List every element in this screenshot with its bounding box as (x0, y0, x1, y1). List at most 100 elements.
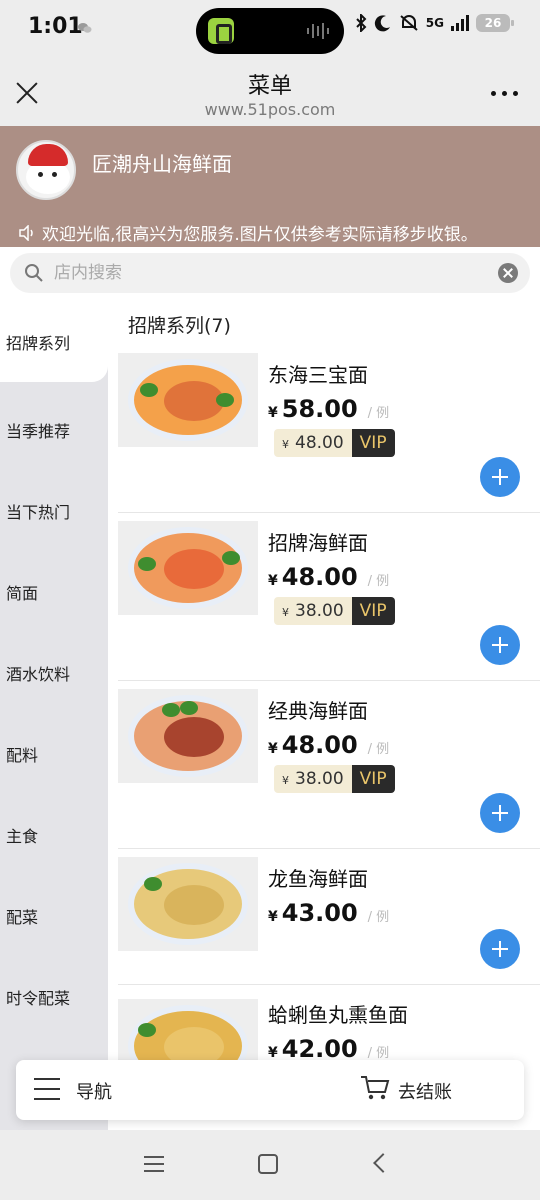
battery-icon: 26 (476, 14, 514, 32)
cart-icon[interactable] (360, 1074, 390, 1102)
home-icon[interactable] (258, 1154, 278, 1174)
category-seasonal-sides[interactable]: 时令配菜 (0, 956, 108, 1037)
signal-icon (451, 15, 469, 31)
price-value: 48.00 (281, 563, 358, 591)
add-to-cart-button[interactable] (480, 793, 520, 833)
currency-symbol: ¥ (268, 405, 278, 421)
category-label: 当季推荐 (6, 421, 71, 441)
checkout-button[interactable]: 去结账 (398, 1078, 452, 1104)
price-unit: / 例 (367, 742, 390, 757)
vip-price-badge: ¥38.00 VIP (274, 597, 395, 625)
notice-text: 欢迎光临,很高兴为您服务.图片仅供参考实际请移步收银。 (42, 225, 478, 245)
vip-tag: VIP (351, 765, 395, 793)
currency-symbol: ¥ (268, 1045, 278, 1061)
price-value: 48.00 (281, 731, 358, 759)
dish-name: 龙鱼海鲜面 (268, 867, 368, 891)
bottom-action-bar: 导航 去结账 (16, 1060, 524, 1120)
price-value: 58.00 (281, 395, 358, 423)
add-to-cart-button[interactable] (480, 929, 520, 969)
recent-apps-icon[interactable] (144, 1156, 164, 1172)
dish-image (118, 857, 258, 951)
dish-price: ¥ 48.00 / 例 (268, 563, 389, 591)
category-side-dishes[interactable]: 配菜 (0, 875, 108, 956)
dish-image (118, 353, 258, 447)
menu-item[interactable]: 招牌海鲜面 ¥ 48.00 / 例 ¥38.00 VIP (118, 513, 540, 681)
category-label: 时令配菜 (6, 988, 71, 1008)
vip-tag: VIP (351, 429, 395, 457)
price-unit: / 例 (367, 574, 390, 589)
recording-app-icon (208, 18, 234, 44)
page-title: 菜单 (247, 74, 292, 99)
dynamic-island (196, 8, 344, 54)
category-label: 酒水饮料 (6, 664, 71, 684)
add-to-cart-button[interactable] (480, 625, 520, 665)
add-to-cart-button[interactable] (480, 457, 520, 497)
dish-name: 东海三宝面 (268, 363, 368, 387)
price-value: 42.00 (281, 1035, 358, 1063)
category-popular[interactable]: 当下热门 (0, 470, 108, 551)
menu-list-icon[interactable] (34, 1078, 60, 1100)
more-options-button[interactable] (491, 91, 518, 96)
dish-name: 招牌海鲜面 (268, 531, 368, 555)
title-bar: 菜单 www.51pos.com (0, 58, 540, 126)
category-drinks[interactable]: 酒水饮料 (0, 632, 108, 713)
store-header: 匠潮舟山海鲜面 欢迎光临,很高兴为您服务.图片仅供参考实际请移步收银。 (0, 126, 540, 247)
audio-wave-icon (307, 23, 329, 39)
search-box[interactable] (10, 253, 530, 293)
dish-price: ¥ 42.00 / 例 (268, 1035, 389, 1063)
price-unit: / 例 (367, 406, 390, 421)
dish-image (118, 521, 258, 615)
price-value: 43.00 (281, 899, 358, 927)
mute-icon (400, 15, 418, 31)
price-unit: / 例 (367, 910, 390, 925)
category-label: 招牌系列 (6, 333, 71, 353)
wechat-icon (78, 23, 92, 33)
section-title: 招牌系列(7) (128, 315, 231, 337)
vip-currency-symbol: ¥ (282, 606, 289, 619)
vip-price-value: 38.00 (295, 601, 344, 621)
system-navigation-bar (0, 1130, 540, 1200)
category-label: 配菜 (6, 907, 39, 927)
clear-search-icon[interactable] (498, 263, 518, 283)
status-time: 1:01 (28, 14, 83, 39)
currency-symbol: ¥ (268, 573, 278, 589)
category-label: 当下热门 (6, 502, 71, 522)
moon-icon (374, 15, 390, 32)
santa-hat-icon (28, 144, 68, 166)
search-bar (0, 247, 540, 301)
back-icon[interactable] (373, 1153, 393, 1173)
vip-currency-symbol: ¥ (282, 438, 289, 451)
store-notice: 欢迎光临,很高兴为您服务.图片仅供参考实际请移步收银。 (18, 220, 478, 245)
category-label: 简面 (6, 583, 39, 603)
vip-price-value: 48.00 (295, 433, 344, 453)
category-seasonal[interactable]: 当季推荐 (0, 389, 108, 470)
status-icons: 5G 26 (355, 14, 514, 32)
speaker-icon (19, 224, 33, 241)
category-simple-noodles[interactable]: 简面 (0, 551, 108, 632)
store-name: 匠潮舟山海鲜面 (92, 152, 232, 176)
dish-name: 经典海鲜面 (268, 699, 368, 723)
navigation-button[interactable]: 导航 (76, 1078, 112, 1104)
price-unit: / 例 (367, 1046, 390, 1061)
menu-item[interactable]: 龙鱼海鲜面 ¥ 43.00 / 例 (118, 849, 540, 985)
dish-name: 蛤蜊鱼丸熏鱼面 (268, 1003, 408, 1027)
category-signature[interactable]: 招牌系列 (0, 301, 108, 382)
search-input[interactable] (54, 253, 484, 293)
menu-item[interactable]: 经典海鲜面 ¥ 48.00 / 例 ¥38.00 VIP (118, 681, 540, 849)
search-icon (25, 264, 43, 282)
vip-currency-symbol: ¥ (282, 774, 289, 787)
dish-price: ¥ 43.00 / 例 (268, 899, 389, 927)
menu-item[interactable]: 东海三宝面 ¥ 58.00 / 例 ¥48.00 VIP (118, 345, 540, 513)
bluetooth-icon (356, 14, 367, 32)
vip-price-value: 38.00 (295, 769, 344, 789)
currency-symbol: ¥ (268, 909, 278, 925)
dish-price: ¥ 58.00 / 例 (268, 395, 389, 423)
category-staples[interactable]: 主食 (0, 794, 108, 875)
status-bar: 1:01 5G 26 (0, 0, 540, 58)
network-type: 5G (425, 16, 444, 30)
store-avatar (16, 140, 76, 200)
vip-tag: VIP (351, 597, 395, 625)
category-toppings[interactable]: 配料 (0, 713, 108, 794)
category-label: 配料 (6, 745, 39, 765)
category-label: 主食 (6, 826, 39, 846)
